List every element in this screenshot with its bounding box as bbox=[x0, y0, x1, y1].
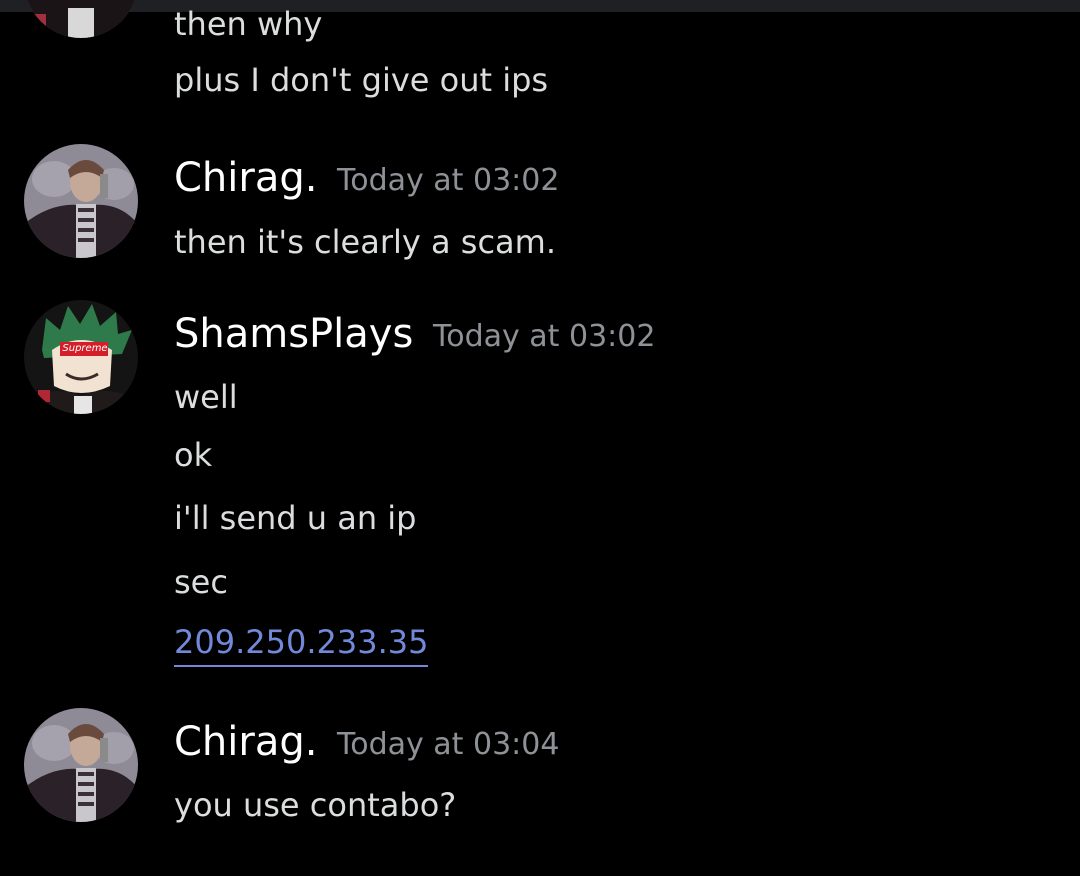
message-text: then it's clearly a scam. bbox=[174, 223, 556, 261]
message-text: you use contabo? bbox=[174, 786, 457, 824]
message-link: 209.250.233.35 bbox=[174, 623, 429, 667]
avatar[interactable] bbox=[24, 0, 138, 38]
username[interactable]: Chirag. bbox=[174, 158, 317, 198]
avatar-logo-text: Supreme bbox=[62, 343, 108, 354]
message-text: well bbox=[174, 378, 238, 416]
chat-messages: then why plus I don't give out ips Chira… bbox=[0, 0, 1080, 876]
username[interactable]: ShamsPlays bbox=[174, 314, 413, 354]
avatar[interactable] bbox=[24, 144, 138, 258]
top-bar bbox=[0, 0, 1080, 12]
message-timestamp: Today at 03:02 bbox=[337, 163, 560, 198]
username[interactable]: Chirag. bbox=[174, 722, 317, 762]
message-text: then why bbox=[174, 5, 323, 43]
message-text: i'll send u an ip bbox=[174, 499, 417, 537]
ip-link[interactable]: 209.250.233.35 bbox=[174, 623, 429, 667]
message-text: sec bbox=[174, 563, 228, 601]
message-text: plus I don't give out ips bbox=[174, 61, 549, 99]
message-text: ok bbox=[174, 436, 213, 474]
message-timestamp: Today at 03:02 bbox=[433, 319, 656, 354]
message-timestamp: Today at 03:04 bbox=[337, 727, 560, 762]
avatar[interactable]: Supreme bbox=[24, 300, 138, 414]
avatar[interactable] bbox=[24, 708, 138, 822]
